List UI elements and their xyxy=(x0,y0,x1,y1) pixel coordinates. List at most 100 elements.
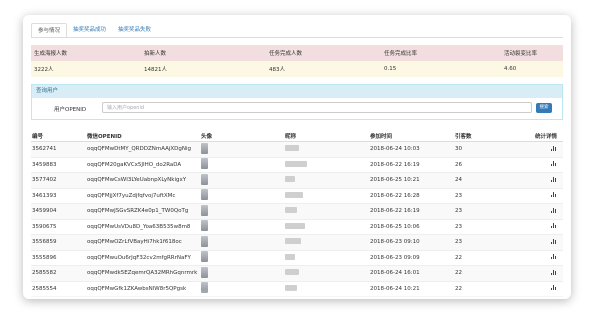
col-header-stats: 统计详情 xyxy=(534,133,557,140)
avatar xyxy=(201,142,208,154)
cell-referral-count: 23 xyxy=(455,223,462,230)
cell-join-time: 2018-06-25 10:06 xyxy=(370,223,420,230)
cell-join-time: 2018-06-22 16:28 xyxy=(370,192,420,199)
cell-stats xyxy=(530,238,563,246)
cell-join-time: 2018-06-23 09:09 xyxy=(370,254,420,261)
user-table: 编号 微信OPENID 头像 昵称 参加时间 引客数 统计详情 3562741 o… xyxy=(31,130,563,297)
blurred-nickname xyxy=(285,269,299,276)
table-row: 3556859 oqqQFMwOZrLfVBayHi7hk1f618oc 2018-… xyxy=(31,235,563,251)
table-row: 3459904 oqqQFMwJSGvSRZK4e0p1_TW0QoTg 2018-… xyxy=(31,204,563,220)
cell-join-time: 2018-06-24 10:03 xyxy=(370,146,420,153)
cell-stats xyxy=(530,207,563,215)
avatar xyxy=(201,158,208,170)
bar-chart-icon[interactable] xyxy=(551,223,557,229)
avatar xyxy=(201,282,208,294)
blurred-nickname xyxy=(285,238,301,245)
cell-avatar xyxy=(201,189,285,202)
blurred-nickname xyxy=(285,145,299,152)
cell-referral-count: 22 xyxy=(455,270,462,277)
blurred-nickname xyxy=(285,176,295,183)
cell-referral-count: 24 xyxy=(455,177,462,184)
cell-avatar xyxy=(201,204,285,218)
summary-header-completion-rate: 任务完成比率 xyxy=(384,51,418,57)
summary-value-posters: 3222人 xyxy=(34,67,54,73)
table-row: 3590675 oqqQFMwUsVDu8D_Yoa63B535w8m8 2018-… xyxy=(31,220,563,235)
cell-id: 3577402 xyxy=(32,177,57,184)
summary-value-new-users: 14821人 xyxy=(144,67,167,73)
cell-referral-count: 23 xyxy=(455,208,462,215)
search-panel-body: 用户OPENID 搜索 xyxy=(32,98,562,120)
search-button[interactable]: 搜索 xyxy=(536,103,552,113)
cell-nickname xyxy=(285,253,370,262)
avatar xyxy=(201,189,208,201)
summary-value-fission-rate: 4.60 xyxy=(504,66,517,72)
bar-chart-icon[interactable] xyxy=(551,254,557,260)
table-row: 3461393 oqqQFMjjXf7yuZdjfqfvoj7uftXMc 2018… xyxy=(31,189,563,204)
openid-label: 用户OPENID xyxy=(54,107,87,113)
cell-nickname xyxy=(285,238,370,246)
tab-participation[interactable]: 参与情况 xyxy=(31,23,68,38)
bar-chart-icon[interactable] xyxy=(551,161,557,167)
cell-nickname xyxy=(285,145,370,153)
avatar xyxy=(201,204,208,216)
cell-id: 3461393 xyxy=(32,192,57,199)
bar-chart-icon[interactable] xyxy=(551,285,557,291)
cell-avatar xyxy=(201,142,285,156)
cell-referral-count: 23 xyxy=(455,239,462,246)
blurred-nickname xyxy=(285,284,297,291)
cell-id: 3556859 xyxy=(32,239,57,246)
cell-openid: oqqQFMwGfk1ZKAwbsNlW8r5QPgsk xyxy=(87,285,187,292)
summary-header-row: 生成海报人数 拍新人数 任务完成人数 任务完成比率 活动裂变比率 xyxy=(31,45,563,61)
bar-chart-icon[interactable] xyxy=(551,145,557,151)
table-row: 3555896 oqqQFMwuOu6rJqF32cv2mfgRRrNaFY 201… xyxy=(31,251,563,266)
avatar xyxy=(201,251,208,263)
bar-chart-icon[interactable] xyxy=(551,238,557,244)
summary-header-posters: 生成海报人数 xyxy=(34,51,68,57)
col-header-nickname: 昵称 xyxy=(285,133,297,140)
cell-join-time: 2018-06-24 16:01 xyxy=(370,270,420,277)
cell-id: 3590675 xyxy=(32,223,57,230)
cell-stats xyxy=(530,223,563,230)
table-header-row: 编号 微信OPENID 头像 昵称 参加时间 引客数 统计详情 xyxy=(31,130,563,142)
cell-avatar xyxy=(201,235,285,249)
cell-nickname xyxy=(285,176,370,184)
tab-prize-failure[interactable]: 抽奖奖品失败 xyxy=(112,23,157,38)
openid-search-input[interactable] xyxy=(102,102,532,113)
cell-nickname xyxy=(285,284,370,293)
summary-header-completed: 任务完成人数 xyxy=(269,51,303,57)
summary-value-completed: 483人 xyxy=(269,67,285,73)
table-row: 2585554 oqqQFMwGfk1ZKAwbsNlW8r5QPgsk 2018-… xyxy=(31,282,563,297)
bar-chart-icon[interactable] xyxy=(551,176,557,182)
cell-id: 3562741 xyxy=(32,146,57,153)
tab-divider xyxy=(31,37,563,38)
cell-nickname xyxy=(285,222,370,231)
cell-referral-count: 26 xyxy=(455,161,462,168)
tab-prize-success[interactable]: 抽奖奖品成功 xyxy=(67,23,112,38)
cell-join-time: 2018-06-23 09:10 xyxy=(370,239,420,246)
blurred-nickname xyxy=(285,160,307,167)
col-header-join-time: 参加时间 xyxy=(370,133,393,140)
cell-openid: oqqQFMwOZrLfVBayHi7hk1f618oc xyxy=(87,239,182,246)
cell-openid: oqqQFMwUsVDu8D_Yoa63B535w8m8 xyxy=(87,223,191,230)
cell-join-time: 2018-06-24 10:21 xyxy=(370,285,420,292)
bar-chart-icon[interactable] xyxy=(551,192,557,198)
avatar xyxy=(201,220,208,232)
summary-header-new-users: 拍新人数 xyxy=(144,51,167,57)
avatar xyxy=(201,173,208,185)
cell-openid: oqqQFMwuOu6rJqF32cv2mfgRRrNaFY xyxy=(87,254,191,261)
cell-stats xyxy=(530,176,563,184)
cell-openid: oqqQFMwDtMY_QRDDZNmAAjXDgNig xyxy=(87,146,192,153)
blurred-nickname xyxy=(285,222,305,229)
cell-join-time: 2018-06-22 16:19 xyxy=(370,208,420,215)
cell-avatar xyxy=(201,251,285,264)
cell-referral-count: 30 xyxy=(455,146,462,153)
summary-header-fission-rate: 活动裂变比率 xyxy=(504,51,538,57)
cell-referral-count: 22 xyxy=(455,285,462,292)
cell-id: 2585582 xyxy=(32,270,57,277)
table-row: 3459883 oqqQFM20gaKVCx5JIHO_do2RaDA 2018-0… xyxy=(31,158,563,173)
bar-chart-icon[interactable] xyxy=(551,207,557,213)
bar-chart-icon[interactable] xyxy=(551,269,557,275)
cell-openid: oqqQFMwdk5EZqemrQA32MRhGqnrmrk xyxy=(87,270,198,277)
col-header-avatar: 头像 xyxy=(201,133,213,140)
summary-value-row: 3222人 14821人 483人 0.15 4.60 xyxy=(31,61,563,77)
